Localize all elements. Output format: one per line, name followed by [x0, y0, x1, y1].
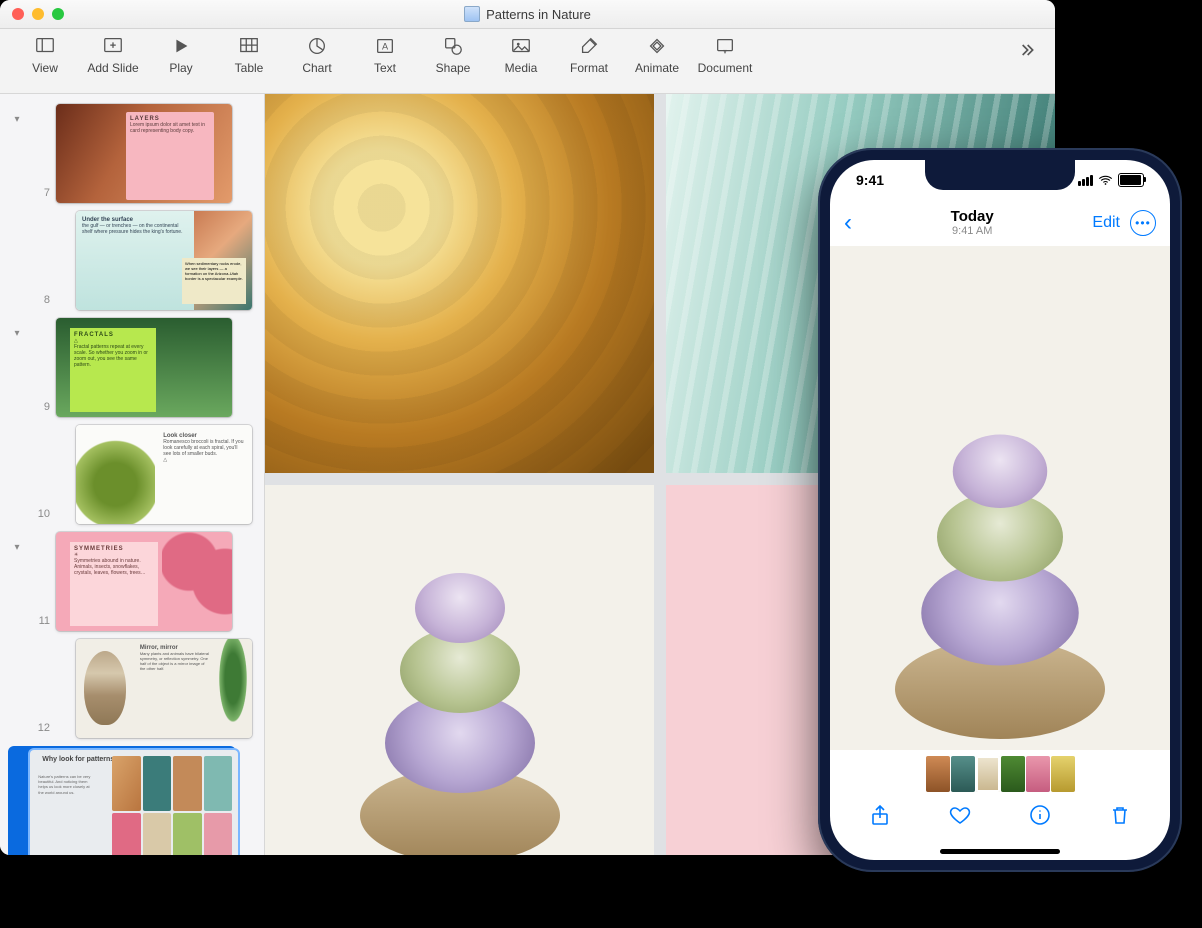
title-bar: Patterns in Nature	[0, 0, 1055, 29]
canvas-image-honeycomb[interactable]	[265, 94, 654, 473]
slide-thumb-7[interactable]: LAYERSLorem ipsum dolor sit amet text in…	[56, 104, 232, 203]
status-time: 9:41	[856, 172, 884, 188]
photos-nav-bar: ‹ Today 9:41 AM Edit •••	[830, 202, 1170, 244]
nav-title: Today	[951, 209, 994, 226]
iphone-device: 9:41 ‹ Today 9:41 AM Edit •••	[818, 148, 1182, 872]
slide-thumb-12[interactable]: Mirror, mirrorMany plants and animals ha…	[76, 639, 252, 738]
edit-button[interactable]: Edit	[1092, 214, 1120, 232]
photo-viewer[interactable]	[830, 246, 1170, 750]
favorite-icon[interactable]	[948, 803, 972, 827]
back-button[interactable]: ‹	[844, 209, 852, 237]
disclosure-icon[interactable]: ▾	[8, 542, 26, 553]
share-icon[interactable]	[868, 803, 892, 827]
notch	[925, 160, 1075, 190]
slide-thumb-8[interactable]: Under the surfacethe gulf — or trenches …	[76, 211, 252, 310]
play-button[interactable]: Play	[150, 35, 212, 75]
slide-number: 10	[32, 508, 50, 520]
slide-navigator: ▾ 7 LAYERSLorem ipsum dolor sit amet tex…	[0, 94, 265, 855]
slide-thumb-13-selected[interactable]: 13 Why look for patterns? Nature's patte…	[8, 746, 236, 855]
media-button[interactable]: Media	[490, 35, 552, 75]
document-button[interactable]: Document	[694, 35, 756, 75]
more-button[interactable]: •••	[1130, 210, 1156, 236]
home-indicator[interactable]	[940, 849, 1060, 854]
format-button[interactable]: Format	[558, 35, 620, 75]
window-minimize-button[interactable]	[32, 8, 44, 20]
window-zoom-button[interactable]	[52, 8, 64, 20]
trash-icon[interactable]	[1108, 803, 1132, 827]
shape-button[interactable]: Shape	[422, 35, 484, 75]
view-button[interactable]: View	[14, 35, 76, 75]
window-title: Patterns in Nature	[486, 7, 591, 22]
slide-thumb-11[interactable]: SYMMETRIES✳Symmetries abound in nature. …	[56, 532, 232, 631]
slide-number: 8	[32, 294, 50, 306]
text-button[interactable]: A Text	[354, 35, 416, 75]
add-slide-button[interactable]: Add Slide	[82, 35, 144, 75]
cellular-icon	[1078, 175, 1093, 186]
toolbar: View Add Slide Play Table Chart	[0, 29, 1055, 94]
iphone-screen: 9:41 ‹ Today 9:41 AM Edit •••	[830, 160, 1170, 860]
svg-text:A: A	[382, 42, 389, 52]
slide-thumb-9[interactable]: FRACTALS△Fractal patterns repeat at ever…	[56, 318, 232, 417]
slide-number: 9	[32, 401, 50, 413]
slide-thumb-10[interactable]: Look closerRomanesco broccoli is fractal…	[76, 425, 252, 524]
animate-button[interactable]: Animate	[626, 35, 688, 75]
chart-button[interactable]: Chart	[286, 35, 348, 75]
toolbar-overflow-button[interactable]	[1011, 35, 1041, 65]
slide-number: 12	[32, 722, 50, 734]
disclosure-icon[interactable]: ▾	[8, 114, 26, 125]
nav-subtitle: 9:41 AM	[951, 225, 994, 237]
canvas-image-urchins[interactable]	[265, 485, 654, 856]
table-button[interactable]: Table	[218, 35, 280, 75]
document-icon	[464, 6, 480, 22]
window-close-button[interactable]	[12, 8, 24, 20]
disclosure-icon[interactable]: ▾	[8, 328, 26, 339]
wifi-icon	[1098, 175, 1113, 186]
info-icon[interactable]	[1028, 803, 1052, 827]
slide-number: 11	[32, 615, 50, 627]
battery-icon	[1118, 173, 1144, 187]
slide-number: 7	[32, 187, 50, 199]
